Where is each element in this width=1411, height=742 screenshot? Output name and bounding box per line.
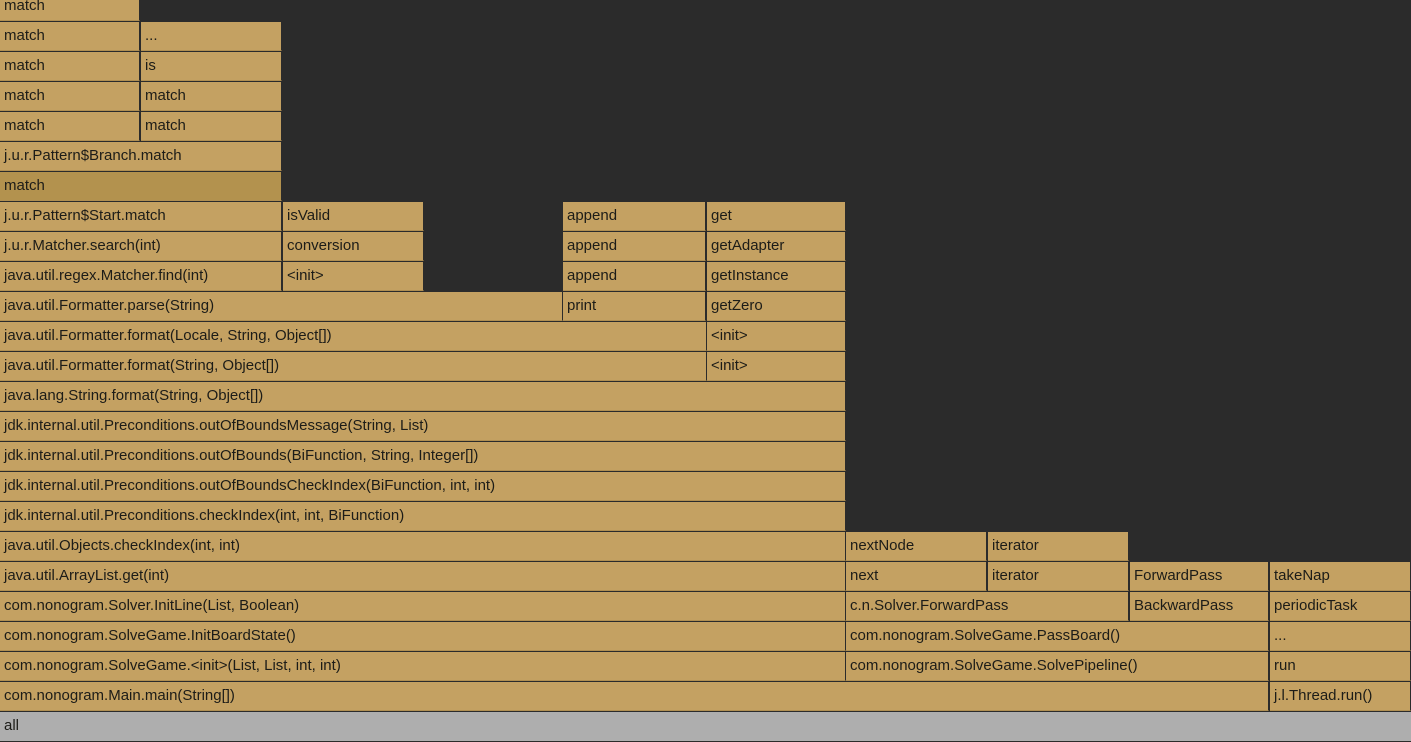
flame-frame[interactable]: append: [563, 262, 706, 291]
flame-frame[interactable]: com.nonogram.SolveGame.PassBoard(): [846, 622, 1269, 651]
flame-frame[interactable]: com.nonogram.SolveGame.<init>(List, List…: [0, 652, 846, 681]
flame-frame[interactable]: match: [0, 172, 282, 201]
flame-frame[interactable]: jdk.internal.util.Preconditions.outOfBou…: [0, 442, 846, 471]
flame-frame[interactable]: java.util.regex.Matcher.find(int): [0, 262, 282, 291]
flame-frame-root[interactable]: all: [0, 712, 1411, 741]
flame-frame[interactable]: <init>: [707, 322, 846, 351]
flame-frame[interactable]: match: [0, 0, 140, 21]
flame-frame[interactable]: getAdapter: [707, 232, 846, 261]
flame-frame[interactable]: com.nonogram.Solver.InitLine(List, Boole…: [0, 592, 846, 621]
flame-frame[interactable]: java.util.Formatter.parse(String): [0, 292, 563, 321]
flame-frame[interactable]: append: [563, 232, 706, 261]
flame-frame[interactable]: iterator: [988, 532, 1129, 561]
flame-frame[interactable]: print: [563, 292, 706, 321]
flame-frame[interactable]: iterator: [988, 562, 1129, 591]
flame-frame[interactable]: java.util.ArrayList.get(int): [0, 562, 846, 591]
flame-frame[interactable]: run: [1270, 652, 1411, 681]
flame-frame[interactable]: com.nonogram.Main.main(String[]): [0, 682, 1269, 711]
flame-graph[interactable]: match match... match is match match match match…: [0, 0, 1411, 742]
flame-frame[interactable]: match: [0, 82, 140, 111]
flame-frame[interactable]: com.nonogram.SolveGame.InitBoardState(): [0, 622, 846, 651]
flame-frame[interactable]: isValid: [283, 202, 424, 231]
flame-frame[interactable]: com.nonogram.SolveGame.SolvePipeline(): [846, 652, 1269, 681]
flame-frame[interactable]: <init>: [707, 352, 846, 381]
flame-frame[interactable]: jdk.internal.util.Preconditions.checkInd…: [0, 502, 846, 531]
flame-frame[interactable]: java.util.Objects.checkIndex(int, int): [0, 532, 846, 561]
flame-frame[interactable]: j.u.r.Matcher.search(int): [0, 232, 282, 261]
flame-frame[interactable]: java.util.Formatter.format(Locale, Strin…: [0, 322, 707, 351]
flame-frame[interactable]: c.n.Solver.ForwardPass: [846, 592, 1129, 621]
flame-frame[interactable]: match: [0, 112, 140, 141]
flame-frame[interactable]: ...: [1270, 622, 1411, 651]
flame-frame[interactable]: j.u.r.Pattern$Start.match: [0, 202, 282, 231]
flame-frame[interactable]: match: [0, 22, 140, 51]
flame-frame[interactable]: ForwardPass: [1130, 562, 1269, 591]
flame-frame[interactable]: BackwardPass: [1130, 592, 1269, 621]
flame-frame[interactable]: get: [707, 202, 846, 231]
flame-frame[interactable]: <init>: [283, 262, 424, 291]
flame-frame[interactable]: nextNode: [846, 532, 987, 561]
flame-frame[interactable]: next: [846, 562, 987, 591]
flame-frame[interactable]: is: [141, 52, 282, 81]
flame-frame[interactable]: conversion: [283, 232, 424, 261]
flame-frame[interactable]: java.lang.String.format(String, Object[]…: [0, 382, 846, 411]
flame-frame[interactable]: takeNap: [1270, 562, 1411, 591]
flame-frame[interactable]: periodicTask: [1270, 592, 1411, 621]
flame-frame[interactable]: java.util.Formatter.format(String, Objec…: [0, 352, 707, 381]
flame-frame[interactable]: jdk.internal.util.Preconditions.outOfBou…: [0, 472, 846, 501]
flame-frame[interactable]: ...: [141, 22, 282, 51]
flame-frame[interactable]: match: [141, 82, 282, 111]
flame-frame[interactable]: getZero: [707, 292, 846, 321]
flame-frame[interactable]: jdk.internal.util.Preconditions.outOfBou…: [0, 412, 846, 441]
flame-frame[interactable]: j.l.Thread.run(): [1270, 682, 1411, 711]
flame-frame[interactable]: match: [141, 112, 282, 141]
flame-frame[interactable]: j.u.r.Pattern$Branch.match: [0, 142, 282, 171]
flame-frame[interactable]: match: [0, 52, 140, 81]
flame-frame[interactable]: getInstance: [707, 262, 846, 291]
flame-frame[interactable]: append: [563, 202, 706, 231]
